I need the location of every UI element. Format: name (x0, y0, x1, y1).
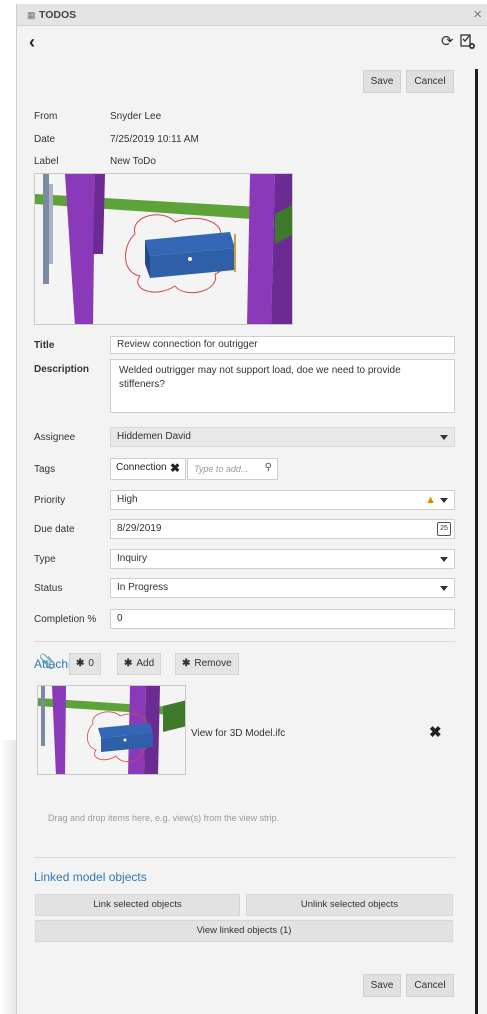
date-label: Date (34, 134, 56, 145)
chevron-down-icon (440, 498, 448, 503)
remove-attachment-button[interactable]: ✱ Remove (175, 653, 239, 675)
model-snapshot-image[interactable] (34, 173, 293, 325)
search-icon: ⚲ (264, 462, 272, 473)
drop-hint: Drag and drop items here, e.g. view(s) f… (48, 813, 280, 823)
assignee-select[interactable]: Hiddemen David (110, 427, 455, 447)
description-textarea[interactable]: Welded outrigger may not support load, d… (110, 359, 455, 413)
cancel-button[interactable]: Cancel (406, 974, 454, 997)
date-value: 7/25/2019 10:11 AM (110, 134, 199, 145)
cancel-button[interactable]: Cancel (406, 70, 454, 93)
attachment-count-button[interactable]: ✱ 0 (69, 653, 101, 675)
todos-panel: ▦ TODOS × ‹ ⟳ Save Cancel From Snyder Le… (16, 4, 487, 1014)
tags-label: Tags (34, 464, 56, 475)
completion-input[interactable]: 0 (110, 609, 455, 629)
priority-label: Priority (34, 495, 66, 506)
chevron-down-icon (440, 557, 448, 562)
attachment-count: 0 (88, 658, 94, 669)
priority-value: High (117, 494, 138, 505)
status-label: Status (34, 583, 63, 594)
add-attachment-button[interactable]: ✱ Add (117, 653, 162, 675)
remove-tag-icon[interactable]: ✖ (170, 461, 180, 475)
unlink-selected-objects-button[interactable]: Unlink selected objects (246, 894, 453, 916)
save-button[interactable]: Save (363, 70, 401, 93)
due-date-input[interactable]: 8/29/2019 25 (110, 519, 455, 539)
attachment-thumbnail[interactable] (37, 685, 186, 775)
gear-icon: ✱ (76, 658, 85, 669)
view-linked-objects-button[interactable]: View linked objects (1) (35, 920, 453, 942)
title-label: Title (34, 340, 55, 351)
linked-objects-heading: Linked model objects (34, 870, 147, 884)
label-value: New ToDo (110, 156, 156, 167)
status-value: In Progress (117, 582, 169, 593)
type-select[interactable]: Inquiry (110, 549, 455, 569)
due-date-value: 8/29/2019 (117, 523, 162, 534)
calendar-icon[interactable]: 25 (437, 522, 451, 536)
type-label: Type (34, 554, 56, 565)
tag-add-placeholder: Type to add... (194, 464, 249, 474)
divider (34, 641, 455, 642)
completion-label: Completion % (34, 614, 97, 625)
tag-add-input[interactable]: Type to add... ⚲ (187, 458, 278, 480)
link-selected-objects-button[interactable]: Link selected objects (35, 894, 240, 916)
assignee-label: Assignee (34, 432, 76, 443)
from-value: Snyder Lee (110, 111, 162, 122)
status-select[interactable]: In Progress (110, 578, 455, 598)
tag-chip: Connection ✖ (110, 458, 186, 480)
gear-icon: ✱ (124, 658, 133, 669)
type-value: Inquiry (117, 553, 148, 564)
label-label: Label (34, 156, 59, 167)
save-button[interactable]: Save (363, 974, 401, 997)
close-icon[interactable]: ✖ (429, 723, 442, 741)
left-shadow (0, 740, 16, 1014)
due-date-label: Due date (34, 524, 75, 535)
gear-icon: ✱ (182, 658, 191, 669)
chevron-down-icon (440, 435, 448, 440)
description-label: Description (34, 364, 90, 375)
divider (34, 857, 455, 858)
chevron-down-icon (440, 586, 448, 591)
warning-icon: ▲ (425, 494, 436, 506)
priority-select[interactable]: High ▲ (110, 490, 455, 510)
remove-attachment-label: Remove (194, 658, 232, 669)
close-icon[interactable]: × (473, 6, 482, 23)
todos-app-icon: ▦ (27, 10, 36, 20)
assignee-value: Hiddemen David (117, 431, 191, 442)
todo-settings-icon[interactable] (460, 34, 476, 50)
attachment-name: View for 3D Model.ifc (191, 728, 286, 739)
refresh-icon[interactable]: ⟳ (441, 32, 454, 50)
title-input[interactable]: Review connection for outrigger (110, 336, 455, 354)
from-label: From (34, 111, 58, 122)
window-title: TODOS (39, 9, 77, 21)
paperclip-icon[interactable]: 📎 (39, 653, 56, 670)
tag-chip-label: Connection (116, 462, 167, 473)
scrollbar[interactable] (475, 69, 478, 1014)
add-attachment-label: Add (136, 658, 155, 669)
title-bar: ▦ TODOS × (17, 4, 487, 26)
back-chevron-icon[interactable]: ‹ (29, 32, 35, 53)
